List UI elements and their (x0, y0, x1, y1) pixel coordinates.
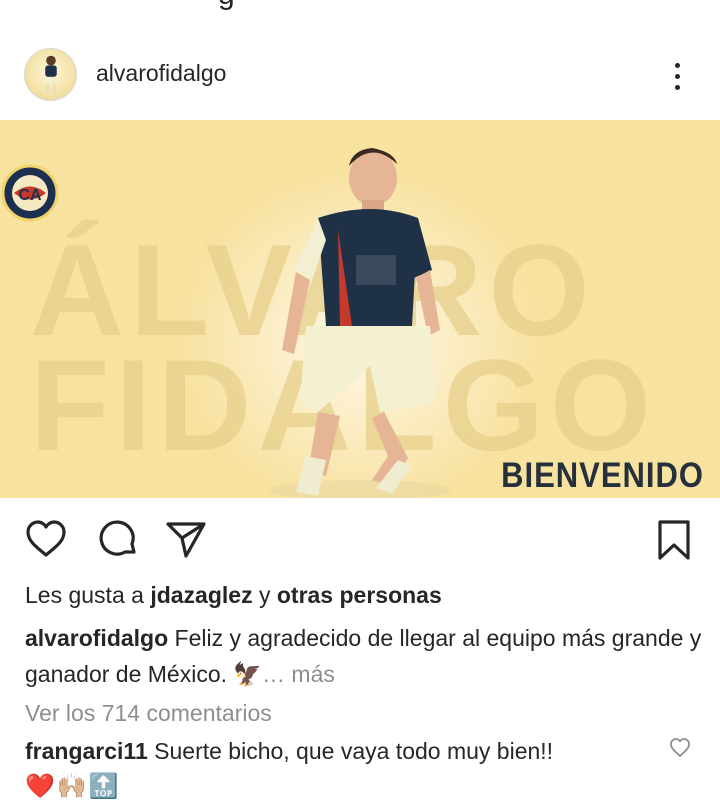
banner-graphic: ÁLVARO FIDALGO CA (0, 120, 720, 498)
comment-text: Suerte bicho, que vaya todo muy bien!! (154, 738, 554, 764)
heart-icon[interactable] (24, 518, 68, 562)
post-actions (0, 514, 720, 564)
post-caption: alvarofidalgo Feliz y agradecido de lleg… (25, 620, 705, 692)
likes-connector: y (258, 582, 271, 608)
dot (674, 84, 680, 90)
heart-emoji: ❤️ (25, 773, 55, 800)
comment-item: frangarci11 Suerte bicho, que vaya todo … (25, 738, 655, 765)
club-crest-icon: CA (1, 164, 59, 222)
send-icon[interactable] (164, 518, 208, 562)
previous-post-cutoff: g (0, 0, 720, 24)
bookmark-icon[interactable] (652, 518, 696, 562)
caption-more-link[interactable]: … más (262, 661, 335, 687)
avatar[interactable] (24, 48, 77, 101)
dot (674, 73, 680, 79)
top-arrow-emoji: 🔝 (88, 773, 119, 800)
dot (674, 62, 680, 68)
heart-small-icon[interactable] (668, 736, 692, 760)
post-header: alvarofidalgo (0, 40, 720, 112)
cutoff-glyph: g (218, 0, 235, 12)
post-username[interactable]: alvarofidalgo (96, 60, 226, 87)
comment-icon[interactable] (96, 518, 140, 562)
comment-emojis: ❤️ 🙌🏼 🔝 (25, 772, 119, 806)
more-options-icon[interactable] (662, 54, 692, 98)
avatar-figure (45, 55, 57, 94)
caption-username[interactable]: alvarofidalgo (25, 625, 168, 651)
comment-username[interactable]: frangarci11 (25, 738, 148, 764)
svg-text:CA: CA (18, 187, 42, 204)
post-image[interactable]: ÁLVARO FIDALGO CA BIENVENIDO (0, 120, 720, 498)
view-comments-link[interactable]: Ver los 714 comentarios (25, 700, 272, 727)
welcome-headline: BIENVENIDO (501, 454, 704, 495)
likes-summary[interactable]: Les gusta a jdazaglez y otras personas (25, 582, 442, 609)
likes-others[interactable]: otras personas (277, 582, 442, 608)
likes-user[interactable]: jdazaglez (150, 582, 252, 608)
likes-prefix: Les gusta a (25, 582, 144, 608)
raised-hands-emoji: 🙌🏼 (56, 773, 87, 800)
